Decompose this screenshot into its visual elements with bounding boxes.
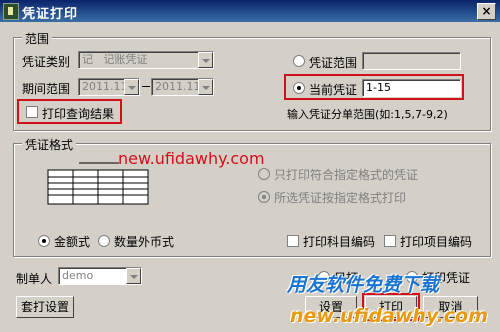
watermark-bottom: new.ufidawhy.com [290, 305, 488, 327]
period-from-value: 2011.11 [82, 80, 128, 93]
title-bar: 凭证打印 × [0, 0, 500, 22]
period-range-label: 期间范围 [22, 82, 71, 96]
voucher-type-select[interactable]: 记 记账凭证 [78, 51, 214, 69]
amount-style-label: 金额式 [54, 235, 91, 249]
app-icon [3, 3, 19, 20]
all-selected-format-radio[interactable] [258, 191, 270, 203]
only-match-format-label: 只打印符合指定格式的凭证 [274, 168, 419, 182]
voucher-range-label: 凭证范围 [309, 56, 358, 70]
brand-overlay: 用友软件免费下载 [287, 274, 440, 296]
voucher-range-input[interactable] [362, 52, 461, 70]
print-item-code-label: 打印项目编码 [400, 235, 473, 249]
chevron-down-icon[interactable] [198, 52, 213, 68]
chevron-down-icon[interactable] [124, 79, 139, 95]
format-legend: 凭证格式 [22, 136, 77, 153]
period-to-select[interactable]: 2011.11 [151, 78, 214, 96]
period-dash [142, 86, 150, 87]
watermark-top: new.ufidawhy.com [118, 149, 265, 168]
voucher-type-label: 凭证类别 [22, 55, 71, 69]
chevron-down-icon[interactable] [126, 268, 141, 284]
maker-select[interactable]: demo [58, 267, 142, 285]
highlight-current-voucher [284, 74, 464, 100]
period-to-value: 2011.11 [155, 80, 201, 93]
only-match-format-radio[interactable] [258, 168, 270, 180]
period-from-select[interactable]: 2011.11 [78, 78, 140, 96]
template-settings-button[interactable]: 套打设置 [16, 296, 74, 318]
maker-label: 制单人 [16, 272, 53, 286]
print-subject-code-label: 打印科目编码 [303, 235, 376, 249]
maker-value: demo [62, 269, 94, 282]
highlight-print-query [17, 99, 122, 124]
close-button[interactable]: × [477, 3, 496, 20]
voucher-type-value: 记账凭证 [103, 53, 148, 66]
voucher-type-code: 记 [82, 53, 93, 66]
window-title: 凭证打印 [22, 7, 79, 22]
all-selected-format-label: 所选凭证按指定格式打印 [274, 191, 407, 205]
chevron-down-icon[interactable] [198, 79, 213, 95]
voucher-range-radio[interactable] [293, 55, 305, 67]
print-item-code-checkbox[interactable] [384, 235, 396, 247]
range-hint: 输入凭证分单范围(如:1,5,7-9,2) [287, 108, 448, 121]
qty-foreign-style-label: 数量外币式 [114, 235, 175, 249]
print-subject-code-checkbox[interactable] [287, 235, 299, 247]
qty-foreign-style-radio[interactable] [98, 235, 110, 247]
range-legend: 范围 [22, 30, 53, 47]
amount-style-radio[interactable] [38, 235, 50, 247]
